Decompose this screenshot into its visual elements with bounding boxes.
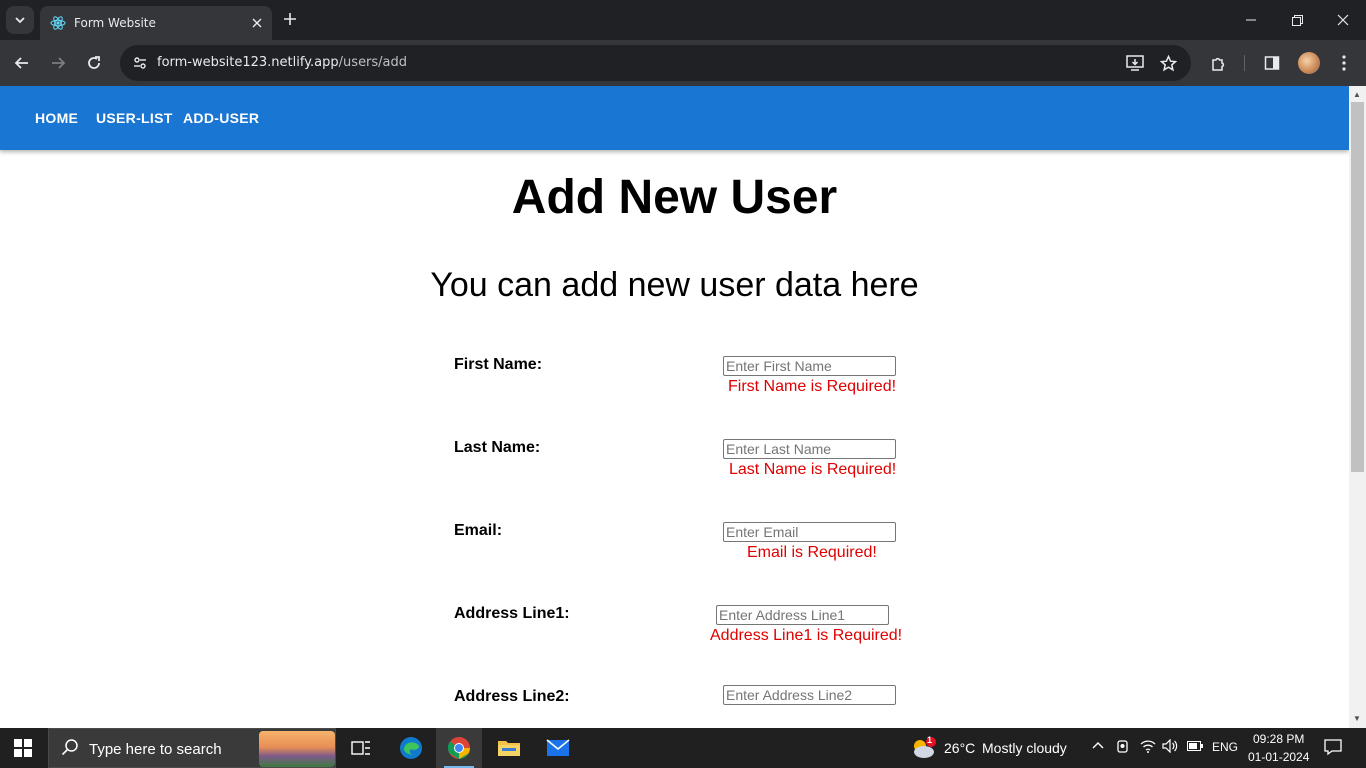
react-icon bbox=[50, 15, 66, 31]
install-app-icon[interactable] bbox=[1124, 52, 1146, 74]
clock-time[interactable]: 09:28 PM bbox=[1253, 732, 1304, 746]
url-text: form-website123.netlify.app/users/add bbox=[157, 55, 407, 70]
tab-title: Form Website bbox=[74, 16, 156, 30]
chevron-down-icon[interactable] bbox=[6, 6, 34, 34]
speaker-icon[interactable] bbox=[1162, 738, 1178, 756]
file-explorer-icon[interactable] bbox=[486, 728, 532, 768]
page-viewport: HOME USER-LIST ADD-USER Add New User You… bbox=[0, 86, 1349, 728]
language-indicator[interactable]: ENG bbox=[1212, 740, 1238, 754]
weather-badge: 1 bbox=[927, 735, 933, 745]
window-close-icon[interactable] bbox=[1320, 0, 1366, 40]
app-bar: HOME USER-LIST ADD-USER bbox=[0, 86, 1349, 150]
email-input[interactable] bbox=[723, 522, 896, 542]
first-name-label: First Name: bbox=[454, 356, 543, 373]
nav-home-link[interactable]: HOME bbox=[35, 110, 78, 126]
browser-tab[interactable]: Form Website bbox=[40, 6, 272, 40]
toolbar-divider bbox=[1244, 55, 1245, 71]
search-highlight-image bbox=[259, 731, 335, 767]
plus-icon[interactable] bbox=[283, 10, 297, 30]
nav-user-list-link[interactable]: USER-LIST bbox=[96, 110, 173, 126]
wifi-icon[interactable] bbox=[1140, 739, 1156, 756]
chrome-icon[interactable] bbox=[436, 728, 482, 768]
notification-icon[interactable] bbox=[1324, 738, 1342, 759]
close-icon[interactable] bbox=[252, 16, 262, 31]
puzzle-icon[interactable] bbox=[1207, 52, 1229, 74]
battery-icon[interactable] bbox=[1187, 739, 1203, 754]
weather-description[interactable]: Mostly cloudy bbox=[982, 740, 1067, 756]
first-name-input[interactable] bbox=[723, 356, 896, 376]
url-host: form-website123.netlify.app bbox=[157, 55, 339, 70]
url-path: /users/add bbox=[338, 55, 408, 70]
back-arrow-icon[interactable] bbox=[10, 51, 34, 75]
reload-icon[interactable] bbox=[82, 51, 106, 75]
restore-icon[interactable] bbox=[1274, 0, 1320, 40]
chevron-up-icon[interactable] bbox=[1091, 739, 1105, 756]
kebab-menu-icon[interactable] bbox=[1333, 52, 1355, 74]
address-line1-error: Address Line1 is Required! bbox=[710, 627, 903, 644]
minimize-icon[interactable] bbox=[1228, 0, 1274, 40]
address-line2-label: Address Line2: bbox=[454, 688, 570, 705]
windows-start-icon[interactable] bbox=[14, 739, 32, 757]
address-line1-label: Address Line1: bbox=[454, 605, 570, 622]
scroll-up-arrow-icon[interactable]: ▲ bbox=[1353, 90, 1361, 99]
profile-avatar[interactable] bbox=[1298, 52, 1320, 74]
nav-add-user-link[interactable]: ADD-USER bbox=[183, 110, 259, 126]
address-line2-input[interactable] bbox=[723, 685, 896, 705]
meet-now-icon[interactable] bbox=[1116, 739, 1130, 758]
weather-cloud-icon[interactable]: 1 bbox=[910, 735, 938, 765]
windows-taskbar: Type here to search 1 26°C Mostly cloudy… bbox=[0, 728, 1366, 768]
email-label: Email: bbox=[454, 522, 503, 539]
star-icon[interactable] bbox=[1157, 52, 1179, 74]
taskbar-search-box[interactable]: Type here to search bbox=[48, 728, 336, 768]
edge-icon[interactable] bbox=[388, 728, 434, 768]
task-view-icon[interactable] bbox=[338, 728, 384, 768]
address-bar[interactable]: form-website123.netlify.app/users/add bbox=[120, 45, 1191, 81]
last-name-error: Last Name is Required! bbox=[729, 461, 897, 478]
scrollbar-thumb[interactable] bbox=[1351, 102, 1364, 472]
weather-temp[interactable]: 26°C bbox=[944, 740, 975, 756]
address-line1-input[interactable] bbox=[716, 605, 889, 625]
clock-date[interactable]: 01-01-2024 bbox=[1248, 750, 1309, 764]
page-scrollbar[interactable]: ▲ ▼ bbox=[1349, 86, 1366, 728]
page-title: Add New User bbox=[511, 171, 838, 224]
browser-tabbar: Form Website bbox=[0, 0, 1366, 40]
forward-arrow-icon[interactable] bbox=[46, 51, 70, 75]
taskbar-search-placeholder: Type here to search bbox=[89, 741, 222, 758]
tune-icon[interactable] bbox=[128, 51, 152, 75]
page-subtitle: You can add new user data here bbox=[430, 266, 919, 304]
mail-icon[interactable] bbox=[535, 728, 581, 768]
email-error: Email is Required! bbox=[747, 544, 877, 561]
search-icon bbox=[61, 738, 79, 761]
last-name-input[interactable] bbox=[723, 439, 896, 459]
last-name-label: Last Name: bbox=[454, 439, 541, 456]
side-panel-icon[interactable] bbox=[1261, 52, 1283, 74]
first-name-error: First Name is Required! bbox=[728, 378, 897, 395]
scroll-down-arrow-icon[interactable]: ▼ bbox=[1353, 714, 1361, 723]
browser-toolbar: form-website123.netlify.app/users/add bbox=[0, 40, 1366, 86]
